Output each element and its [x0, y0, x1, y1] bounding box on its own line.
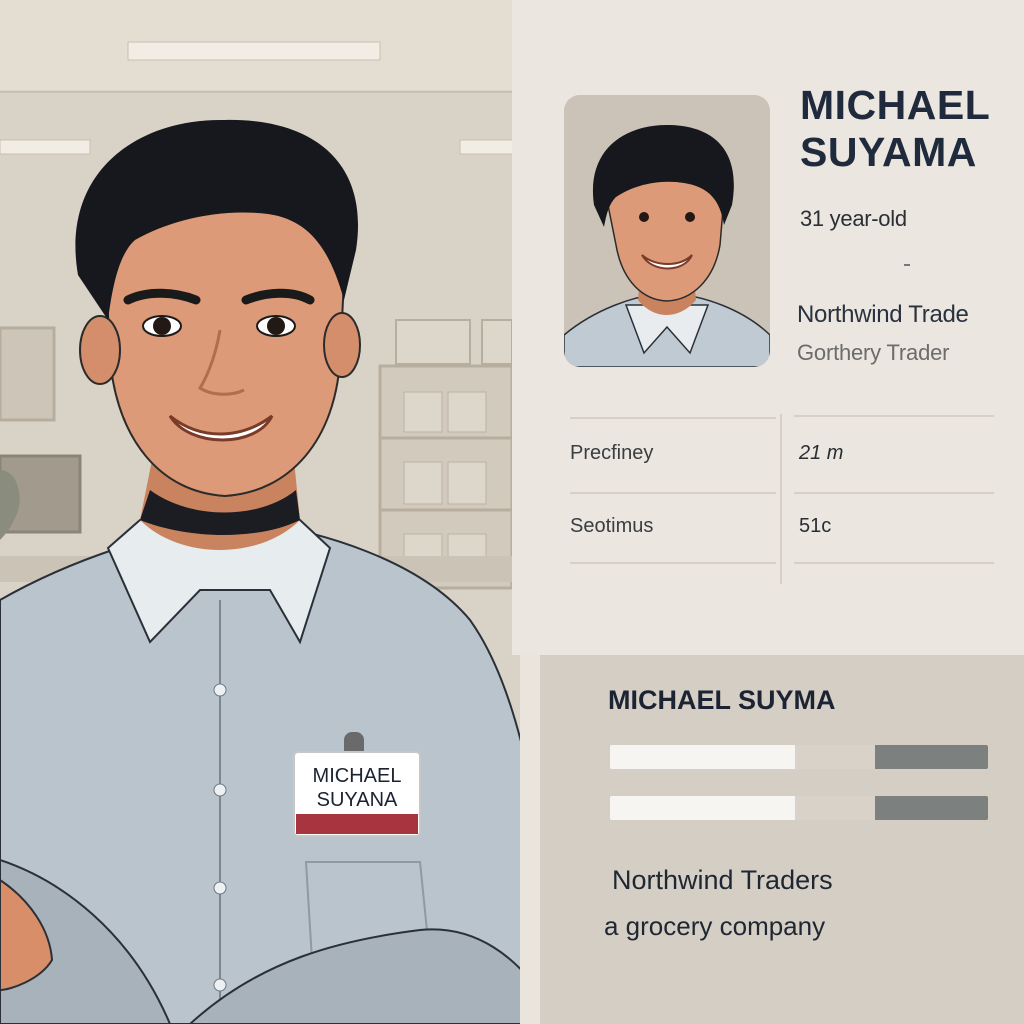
progress-bar: [610, 745, 988, 769]
profile-name-line1: MICHAEL: [800, 82, 991, 128]
profile-photo: [564, 95, 770, 367]
progress-bar-fill: [610, 796, 796, 820]
profile-name-line2: SUYAMA: [800, 129, 977, 175]
profile-photo-illustration: [564, 95, 770, 367]
portrait-illustration: MICHAEL SUYANA: [0, 0, 520, 1024]
table-rule: [570, 562, 776, 564]
summary-company-description: a grocery company: [604, 911, 826, 941]
profile-card: MICHAEL SUYAMA 31 year-old Northwind Tra…: [512, 0, 1024, 655]
profile-company-subtitle: Gorthery Trader: [797, 340, 950, 365]
progress-bar-secondary: [795, 796, 875, 820]
divider-dash: [904, 264, 910, 266]
progress-bar-remainder: [874, 796, 988, 820]
profile-company: Northwind Trade: [797, 301, 969, 328]
table-rule: [794, 492, 994, 494]
profile-age: 31 year-old: [800, 206, 907, 231]
profile-name: MICHAEL SUYAMA: [800, 82, 1024, 176]
table-rule: [570, 417, 776, 419]
detail-label: Seotimus: [570, 515, 654, 537]
summary-title: MICHAEL SUYMA: [608, 685, 836, 715]
table-rule: [570, 492, 776, 494]
progress-bar-fill: [610, 745, 796, 769]
table-column-divider: [780, 414, 782, 584]
summary-company: Northwind Traders: [612, 865, 833, 895]
detail-value: 21 m: [799, 442, 844, 464]
name-badge-line1: MICHAEL: [313, 765, 402, 787]
progress-bar: [610, 796, 988, 820]
portrait-scene: MICHAEL SUYANA: [0, 0, 520, 1024]
name-badge-line2: SUYANA: [317, 789, 398, 811]
table-rule: [794, 415, 994, 417]
detail-label: Precfiney: [570, 442, 654, 464]
table-rule: [794, 562, 994, 564]
progress-bar-remainder: [874, 745, 988, 769]
progress-bar-secondary: [795, 745, 875, 769]
detail-value: 51c: [799, 515, 832, 537]
summary-panel: MICHAEL SUYMA Northwind Traders a grocer…: [540, 655, 1024, 1024]
profile-illustration: MICHAEL SUYANA MICHAEL SUYAMA 31 year-ol: [0, 0, 1024, 1024]
name-badge-stripe: [296, 814, 418, 834]
